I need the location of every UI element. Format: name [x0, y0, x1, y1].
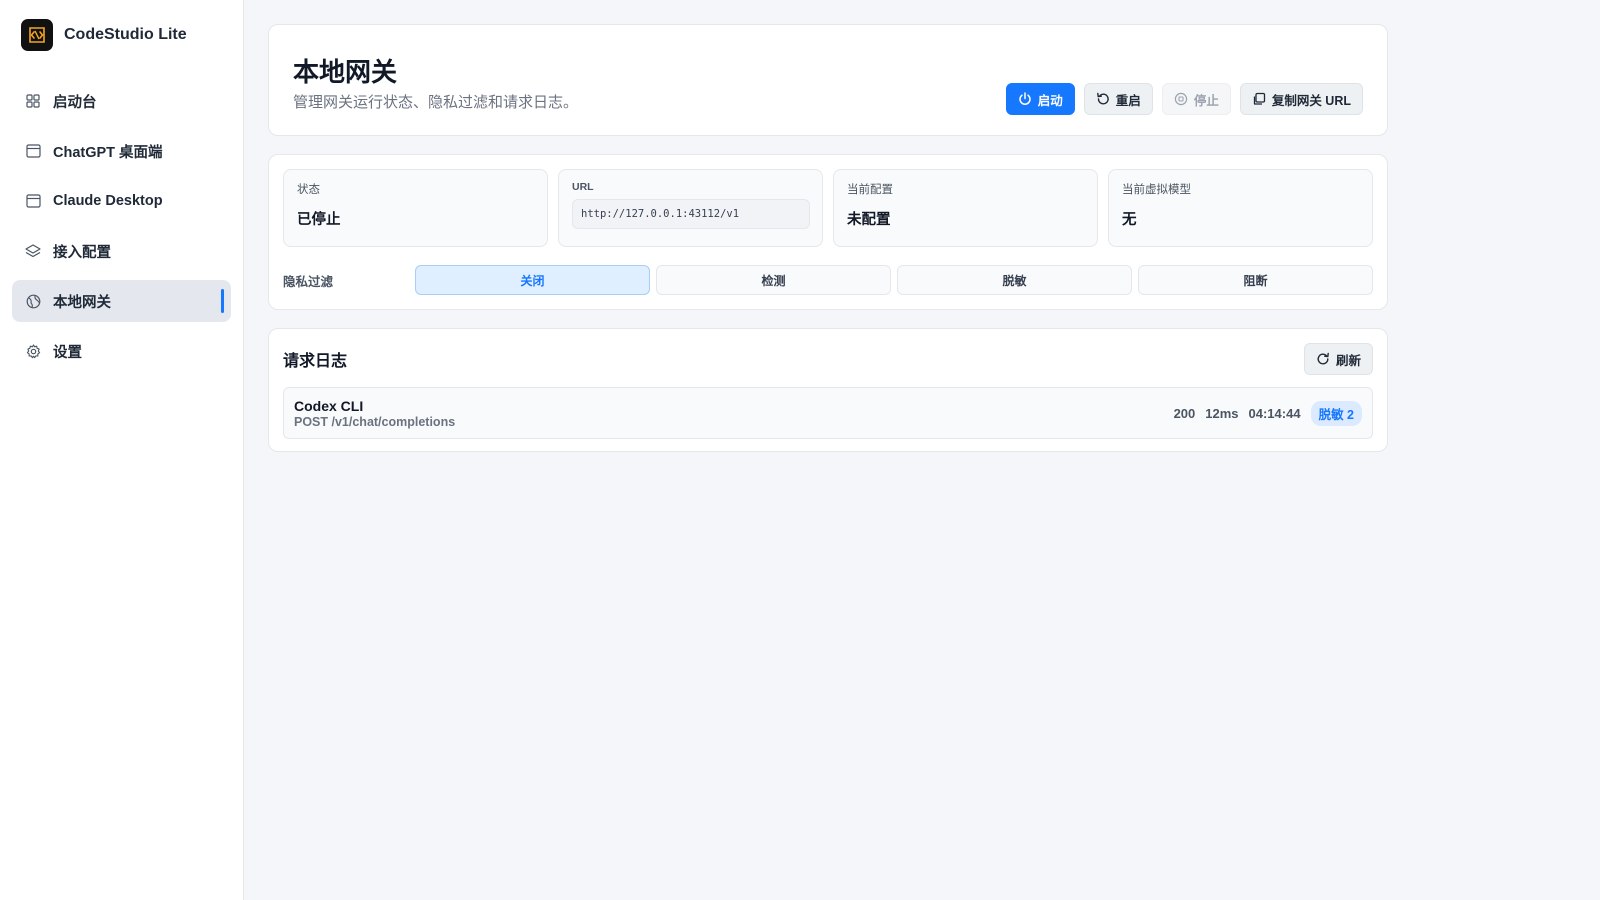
- sidebar-item-claude[interactable]: Claude Desktop: [12, 180, 231, 222]
- restart-button[interactable]: 重启: [1083, 83, 1153, 115]
- stat-value: 已停止: [297, 212, 341, 228]
- stat-url: URL http://127.0.0.1:43112/v1: [558, 169, 823, 247]
- stat-config: 当前配置 未配置: [833, 169, 1098, 247]
- copy-url-button-label: 复制网关 URL: [1271, 93, 1351, 108]
- copy-gateway-url-button[interactable]: 复制网关 URL: [1239, 83, 1363, 115]
- refresh-icon: [1317, 352, 1329, 365]
- privacy-filter-row: 隐私过滤 关闭 检测 脱敏 阻断: [283, 265, 1373, 295]
- stat-state: 状态 已停止: [283, 169, 548, 247]
- stat-label: 状态: [297, 184, 320, 196]
- restart-icon: [1096, 92, 1109, 105]
- sidebar: CodeStudio Lite 启动台 ChatGPT 桌面端 Claude D…: [0, 0, 244, 900]
- copy-icon: [1253, 92, 1265, 105]
- window-icon: [25, 143, 41, 159]
- stat-label: 当前虚拟模型: [1122, 184, 1191, 196]
- log-client: Codex CLI: [294, 397, 364, 414]
- status-stats: 状态 已停止 URL http://127.0.0.1:43112/v1 当前配…: [283, 169, 1373, 247]
- sidebar-item-launchpad[interactable]: 启动台: [12, 80, 231, 122]
- globe-icon: [25, 293, 41, 309]
- brand: CodeStudio Lite: [12, 18, 231, 52]
- filter-option-detect[interactable]: 检测: [656, 265, 891, 295]
- page-header: 本地网关 管理网关运行状态、隐私过滤和请求日志。 启动 重启 停止 复制网关 U: [268, 24, 1388, 136]
- sidebar-item-label: ChatGPT 桌面端: [53, 144, 163, 161]
- main-content: 本地网关 管理网关运行状态、隐私过滤和请求日志。 启动 重启 停止 复制网关 U: [244, 0, 1600, 900]
- filter-option-redact[interactable]: 脱敏: [897, 265, 1132, 295]
- refresh-button[interactable]: 刷新: [1303, 343, 1373, 375]
- privacy-filter-label: 隐私过滤: [283, 274, 334, 289]
- sidebar-item-label: 本地网关: [53, 294, 111, 311]
- log-meta: 200 12ms 04:14:44 脱敏 2: [1173, 400, 1362, 426]
- restart-button-label: 重启: [1115, 93, 1141, 108]
- log-time: 04:14:44: [1248, 405, 1301, 421]
- app-name: CodeStudio Lite: [64, 26, 187, 43]
- log-status-code: 200: [1173, 405, 1196, 421]
- stat-label: URL: [572, 181, 594, 193]
- filter-option-block[interactable]: 阻断: [1138, 265, 1373, 295]
- layers-icon: [25, 243, 41, 259]
- sidebar-item-chatgpt[interactable]: ChatGPT 桌面端: [12, 130, 231, 172]
- sidebar-item-settings[interactable]: 设置: [12, 330, 231, 372]
- log-entry-info: Codex CLI POST /v1/chat/completions: [294, 398, 455, 429]
- log-title: 请求日志: [283, 353, 348, 370]
- stop-button[interactable]: 停止: [1161, 83, 1231, 115]
- power-icon: [1019, 92, 1031, 105]
- gateway-url-field[interactable]: http://127.0.0.1:43112/v1: [572, 199, 810, 229]
- grid-icon: [25, 93, 41, 109]
- table-row[interactable]: Codex CLI POST /v1/chat/completions 200 …: [283, 387, 1373, 439]
- gear-icon: [25, 343, 41, 359]
- sidebar-item-label: Claude Desktop: [53, 193, 163, 209]
- sidebar-item-integration[interactable]: 接入配置: [12, 230, 231, 272]
- stat-virtual-model: 当前虚拟模型 无: [1108, 169, 1373, 247]
- sidebar-item-local-gateway[interactable]: 本地网关: [12, 280, 231, 322]
- stat-value: 未配置: [847, 212, 891, 228]
- status-badge: 脱敏 2: [1310, 400, 1362, 426]
- start-button-label: 启动: [1037, 93, 1063, 108]
- start-button[interactable]: 启动: [1005, 83, 1075, 115]
- window-icon: [25, 193, 41, 209]
- stop-button-label: 停止: [1193, 93, 1219, 108]
- code-logo-icon: [21, 19, 53, 51]
- sidebar-item-label: 接入配置: [53, 244, 111, 261]
- stop-icon: [1174, 92, 1188, 106]
- request-log-panel: 请求日志 刷新 Codex CLI POST /v1/chat/completi…: [268, 328, 1388, 452]
- stat-value: 无: [1122, 212, 1137, 228]
- sidebar-item-label: 设置: [53, 344, 82, 361]
- stat-label: 当前配置: [847, 184, 893, 196]
- app-root: CodeStudio Lite 启动台 ChatGPT 桌面端 Claude D…: [0, 0, 1600, 900]
- log-header: 请求日志 刷新: [283, 343, 1373, 375]
- log-duration: 12ms: [1205, 405, 1239, 421]
- gateway-toolbar: 启动 重启 停止 复制网关 URL: [1005, 83, 1363, 115]
- log-request: POST /v1/chat/completions: [294, 414, 456, 429]
- gateway-status-panel: 状态 已停止 URL http://127.0.0.1:43112/v1 当前配…: [268, 154, 1388, 310]
- refresh-button-label: 刷新: [1335, 353, 1361, 368]
- privacy-filter-segmented: 关闭 检测 脱敏 阻断: [415, 265, 1373, 295]
- filter-option-off[interactable]: 关闭: [415, 265, 650, 295]
- sidebar-item-label: 启动台: [53, 94, 97, 111]
